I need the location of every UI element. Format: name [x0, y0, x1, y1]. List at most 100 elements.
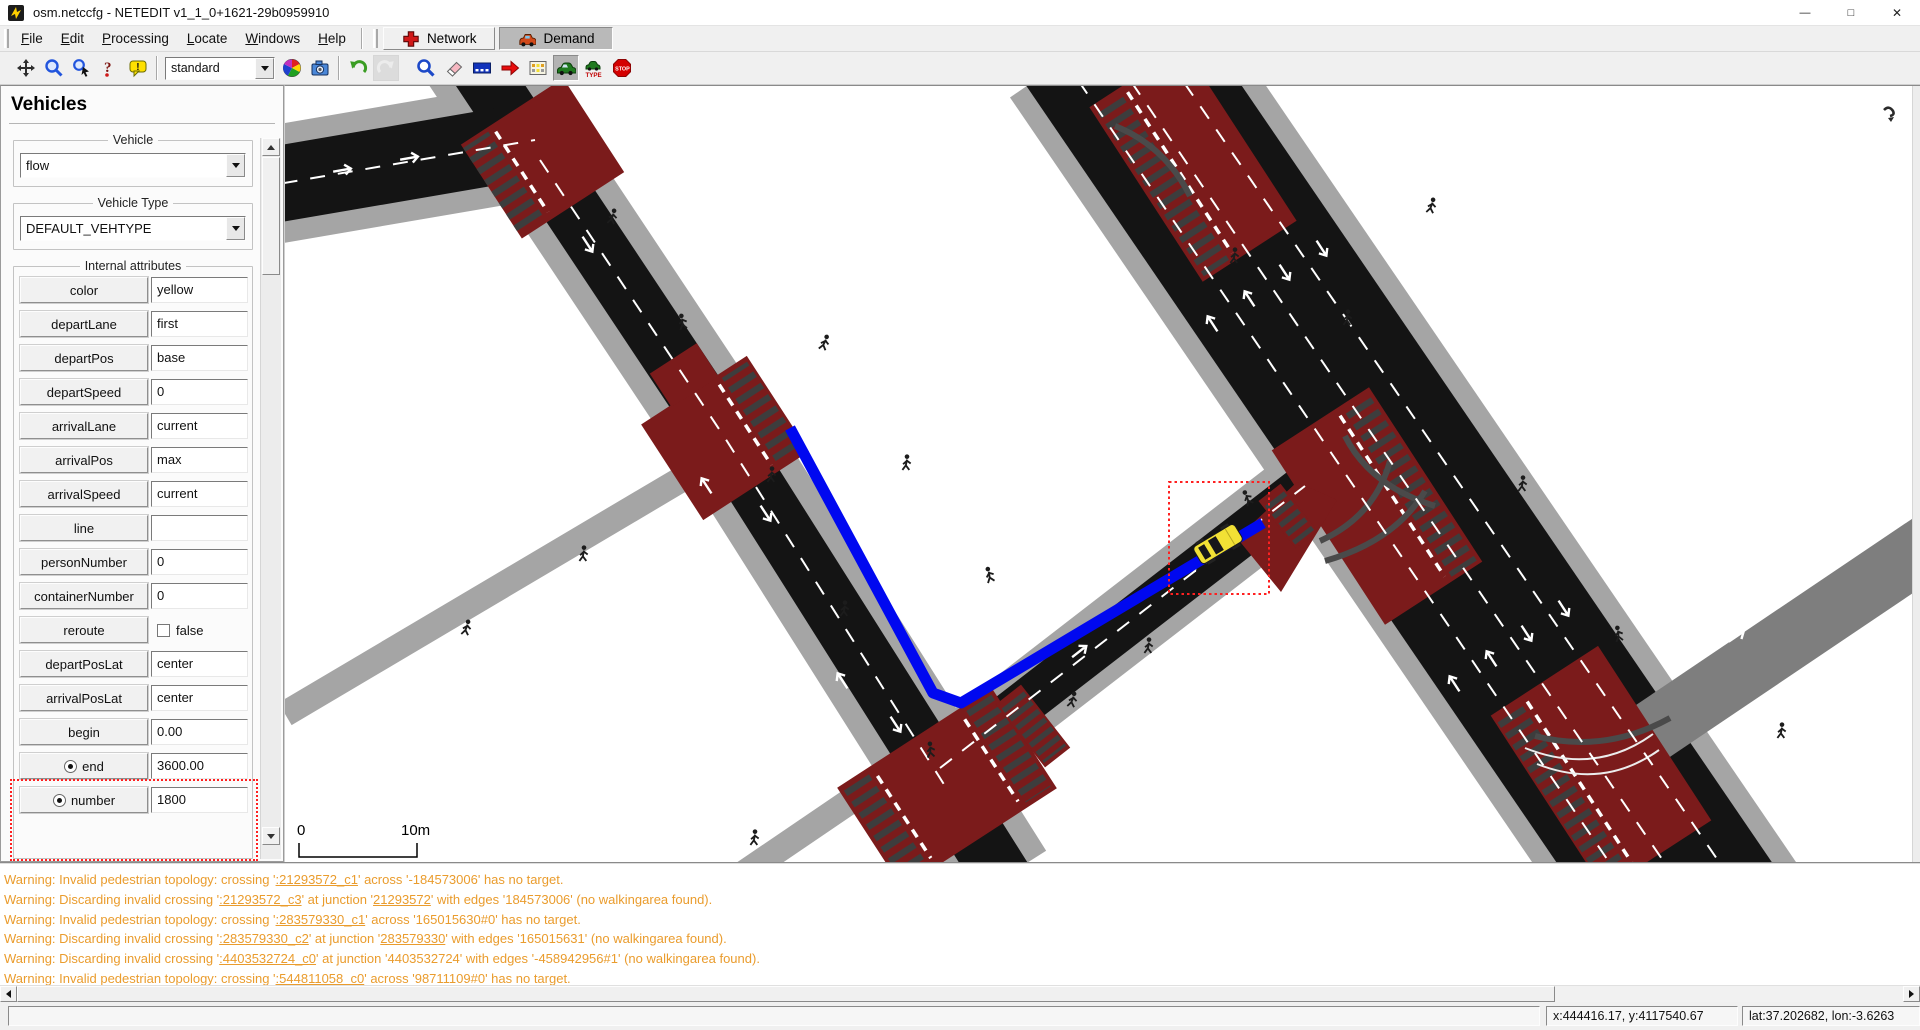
panel-scrollbar[interactable]	[260, 138, 281, 859]
vehicle-type-combobox[interactable]: DEFAULT_VEHTYPE	[20, 216, 246, 241]
input-arrivalSpeed[interactable]: current	[151, 481, 248, 507]
minimize-button[interactable]: —	[1782, 0, 1828, 26]
input-departLane[interactable]: first	[151, 311, 248, 337]
input-departPos[interactable]: base	[151, 345, 248, 371]
attribute-button-departPosLat[interactable]: departPosLat	[20, 651, 148, 677]
input-end[interactable]: 3600.00	[151, 753, 248, 779]
object-link[interactable]: :21293572_c1	[276, 872, 358, 887]
input-line[interactable]	[151, 515, 248, 541]
input-arrivalLane[interactable]: current	[151, 413, 248, 439]
chevron-right-icon	[1909, 990, 1914, 998]
attribute-button-departPos[interactable]: departPos	[20, 345, 148, 371]
delete-mode-button[interactable]	[441, 55, 467, 81]
statusbar: x:444416.17, y:4117540.67 lat:37.202682,…	[0, 1002, 1920, 1030]
attribute-button-end[interactable]: end	[20, 753, 148, 779]
attribute-button-line[interactable]: line	[20, 515, 148, 541]
checkbox-reroute[interactable]	[157, 624, 170, 637]
network-supermode-button[interactable]: Network	[383, 27, 496, 50]
input-departSpeed[interactable]: 0	[151, 379, 248, 405]
snapshot-button[interactable]	[307, 55, 333, 81]
input-begin[interactable]: 0.00	[151, 719, 248, 745]
scroll-down-button[interactable]	[262, 827, 280, 845]
vehicle-mode-button[interactable]	[553, 55, 579, 81]
input-departPosLat[interactable]: center	[151, 651, 248, 677]
combobox-dropdown-button[interactable]	[226, 154, 245, 177]
inspect-mode-button[interactable]	[413, 55, 439, 81]
menu-help[interactable]: Help	[309, 26, 355, 51]
color-scheme-button[interactable]	[279, 55, 305, 81]
help-icon: ?	[100, 58, 120, 78]
network-canvas[interactable]: 0 10m	[284, 85, 1920, 862]
toolbar-grip[interactable]	[373, 29, 378, 48]
input-color[interactable]: yellow	[151, 277, 248, 303]
network-icon	[402, 30, 420, 48]
attribute-button-arrivalPosLat[interactable]: arrivalPosLat	[20, 685, 148, 711]
object-link[interactable]: :544811058_c0	[276, 971, 365, 985]
radio-number[interactable]	[53, 794, 66, 807]
network-map[interactable]: 0 10m	[285, 86, 1913, 862]
attribute-button-containerNumber[interactable]: containerNumber	[20, 583, 148, 609]
attribute-button-arrivalPos[interactable]: arrivalPos	[20, 447, 148, 473]
combobox-dropdown-button[interactable]	[226, 217, 245, 240]
message-area[interactable]: Warning: Invalid pedestrian topology: cr…	[0, 862, 1920, 985]
input-containerNumber[interactable]: 0	[151, 583, 248, 609]
attribute-row-personNumber: personNumber0	[20, 549, 248, 575]
move-view-icon	[16, 58, 36, 78]
warning-line: Warning: Discarding invalid crossing ':4…	[4, 949, 1920, 969]
undo-button[interactable]	[345, 55, 371, 81]
move-mode-button[interactable]	[497, 55, 523, 81]
object-link[interactable]: :283579330_c2	[219, 931, 309, 946]
message-horizontal-scrollbar[interactable]	[0, 985, 1920, 1002]
input-arrivalPos[interactable]: max	[151, 447, 248, 473]
close-button[interactable]: ✕	[1874, 0, 1920, 26]
object-link[interactable]: 21293572	[373, 892, 431, 907]
attribute-button-number[interactable]: number	[20, 787, 148, 813]
vehicle-type-mode-button[interactable]: TYPE	[581, 55, 607, 81]
attribute-button-departLane[interactable]: departLane	[20, 311, 148, 337]
attribute-button-color[interactable]: color	[20, 277, 148, 303]
menu-processing[interactable]: Processing	[93, 26, 178, 51]
toolbar-grip[interactable]	[4, 29, 9, 48]
attribute-button-reroute[interactable]: reroute	[20, 617, 148, 643]
zoom-button[interactable]	[41, 55, 67, 81]
message-window-button[interactable]: !	[125, 55, 151, 81]
object-link[interactable]: :4403532724_c0	[219, 951, 316, 966]
select-mode-button[interactable]	[469, 55, 495, 81]
input-personNumber[interactable]: 0	[151, 549, 248, 575]
attribute-button-begin[interactable]: begin	[20, 719, 148, 745]
view-preset-combobox[interactable]: standard	[165, 57, 275, 80]
demand-supermode-button[interactable]: Demand	[499, 27, 613, 50]
menu-locate[interactable]: Locate	[178, 26, 237, 51]
svg-text:STOP: STOP	[615, 67, 630, 73]
menu-file[interactable]: File	[12, 26, 52, 51]
scroll-right-button[interactable]	[1903, 986, 1920, 1002]
help-button[interactable]: ?	[97, 55, 123, 81]
object-link[interactable]: :21293572_c3	[219, 892, 301, 907]
combobox-dropdown-button[interactable]	[255, 58, 274, 79]
menu-windows[interactable]: Windows	[236, 26, 309, 51]
stop-mode-button[interactable]: STOP	[609, 55, 635, 81]
radio-end[interactable]	[64, 760, 77, 773]
attribute-button-personNumber[interactable]: personNumber	[20, 549, 148, 575]
redo-button[interactable]	[373, 55, 399, 81]
scroll-up-button[interactable]	[262, 138, 280, 156]
vehicle-type-mode-icon: TYPE	[584, 58, 604, 78]
input-number[interactable]: 1800	[151, 787, 248, 813]
object-link[interactable]: 283579330	[380, 931, 445, 946]
attribute-button-arrivalLane[interactable]: arrivalLane	[20, 413, 148, 439]
vehicle-combobox[interactable]: flow	[20, 153, 246, 178]
attribute-row-begin: begin0.00	[20, 719, 248, 745]
maximize-button[interactable]: □	[1828, 0, 1874, 26]
move-view-button[interactable]	[13, 55, 39, 81]
attribute-button-departSpeed[interactable]: departSpeed	[20, 379, 148, 405]
object-link[interactable]: :283579330_c1	[276, 912, 366, 927]
attribute-button-arrivalSpeed[interactable]: arrivalSpeed	[20, 481, 148, 507]
canvas-vertical-scrollbar[interactable]	[1912, 86, 1920, 862]
menu-edit[interactable]: Edit	[52, 26, 93, 51]
input-arrivalPosLat[interactable]: center	[151, 685, 248, 711]
scrollbar-thumb[interactable]	[262, 157, 280, 275]
scroll-left-button[interactable]	[0, 986, 17, 1002]
route-mode-button[interactable]	[525, 55, 551, 81]
scrollbar-thumb[interactable]	[17, 986, 1555, 1002]
zoom-cursor-button[interactable]	[69, 55, 95, 81]
